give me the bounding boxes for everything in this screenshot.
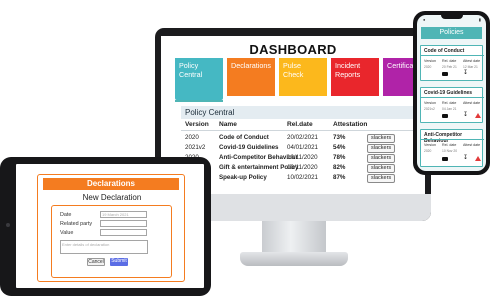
- monitor-stand-neck: [262, 221, 326, 255]
- cancel-button[interactable]: Cancel: [87, 258, 105, 266]
- module-tiles: Policy Central Declarations Pulse Check …: [175, 58, 425, 100]
- value-field[interactable]: [100, 229, 147, 236]
- tablet-screen: Declarations New Declaration Date 19 Mar…: [16, 164, 204, 288]
- warning-icon: [475, 156, 481, 161]
- cell-version: 2020: [185, 134, 199, 141]
- policy-table: Version Name Rel.date Attestation 2020 C…: [181, 121, 425, 184]
- warning-icon: [475, 113, 481, 118]
- submit-button[interactable]: Submit: [110, 258, 128, 266]
- tile-policy-central[interactable]: Policy Central: [175, 58, 223, 100]
- tile-declarations[interactable]: Declarations: [227, 58, 275, 96]
- version-value: 2020: [424, 149, 432, 153]
- dialog-subtitle: New Declaration: [82, 193, 142, 202]
- col-rel-date: Rel.date: [287, 121, 313, 128]
- dialog-header: Declarations: [43, 178, 179, 190]
- card-divider: [421, 97, 484, 98]
- phone-screen: ● ▮ Policies Code of Conduct Version 202…: [417, 15, 486, 171]
- tile-incident-reports[interactable]: Incident Reports: [331, 58, 379, 96]
- policy-card[interactable]: Covid-19 Guidelines Version 2021v2 Rel. …: [420, 87, 484, 123]
- phone-title: Policies: [421, 27, 482, 39]
- rel-date-value: 10 Nov 20: [442, 149, 458, 153]
- details-textarea[interactable]: Enter details of declaration: [60, 240, 148, 254]
- monitor-stand-base: [240, 252, 348, 266]
- cell-attestation: 78%: [333, 154, 346, 161]
- rel-date-label: Rel. date: [442, 59, 457, 63]
- col-attestation: Attestation: [333, 121, 368, 128]
- card-title: Covid-19 Guidelines: [424, 90, 473, 96]
- cell-attestation: 73%: [333, 134, 346, 141]
- date-field[interactable]: 19 March 2021: [100, 211, 147, 218]
- download-icon[interactable]: ↧: [463, 112, 469, 118]
- cell-date: 20/02/2021: [287, 134, 318, 141]
- cell-attestation: 87%: [333, 174, 346, 181]
- table-row: 2020 Anti-Competitor Behaviour 10/11/202…: [181, 154, 425, 164]
- devices-scene: DASHBOARD Policy Central Declarations Pu…: [0, 0, 500, 301]
- phone: ● ▮ Policies Code of Conduct Version 202…: [413, 11, 490, 175]
- section-title: Policy Central: [181, 106, 425, 119]
- col-name: Name: [219, 121, 237, 128]
- battery-icon: ▮: [478, 17, 481, 22]
- version-label: Version: [424, 59, 436, 63]
- video-icon[interactable]: [442, 157, 448, 161]
- value-label: Value: [60, 230, 74, 236]
- version-label: Version: [424, 143, 436, 147]
- header-divider: [181, 130, 425, 131]
- dashboard-title: DASHBOARD: [249, 42, 337, 57]
- tablet-camera: [6, 223, 10, 227]
- date-label: Date: [60, 212, 72, 218]
- declaration-dialog: Declarations New Declaration Date 19 Mar…: [37, 174, 185, 282]
- rel-date-value: 04 Jan 21: [442, 107, 457, 111]
- active-tile-underline: [175, 100, 223, 102]
- phone-notch: [441, 15, 463, 19]
- related-party-label: Related party: [60, 221, 93, 227]
- tablet: Declarations New Declaration Date 19 Mar…: [0, 157, 211, 296]
- cell-date: 10/11/2020: [287, 164, 318, 171]
- slackers-button[interactable]: slackers: [367, 174, 396, 183]
- cell-date: 10/11/2020: [287, 154, 318, 161]
- rel-date-value: 20 Feb 21: [442, 65, 457, 69]
- cell-name: Covid-19 Guidelines: [219, 144, 279, 151]
- rel-date-label: Rel. date: [442, 143, 457, 147]
- cell-version: 2021v2: [185, 144, 206, 151]
- cell-date: 10/02/2021: [287, 174, 318, 181]
- rel-date-label: Rel. date: [442, 101, 457, 105]
- attest-date-value: 12 Mar 21: [463, 65, 478, 69]
- attest-date-label: Attest date: [463, 59, 481, 63]
- slackers-button[interactable]: slackers: [367, 164, 396, 173]
- video-icon[interactable]: [442, 114, 448, 118]
- slackers-button[interactable]: slackers: [367, 154, 396, 163]
- version-label: Version: [424, 101, 436, 105]
- download-icon[interactable]: ↧: [463, 155, 469, 161]
- table-row: 2020 Gift & entertainment Policy 10/11/2…: [181, 164, 425, 174]
- cell-attestation: 82%: [333, 164, 346, 171]
- table-row: 2021v2 Covid-19 Guidelines 04/01/2021 54…: [181, 144, 425, 154]
- version-value: 2020: [424, 65, 432, 69]
- card-divider: [421, 139, 484, 140]
- download-icon[interactable]: ↧: [463, 70, 469, 76]
- policy-card[interactable]: Anti-Competitor Behaviour Version 2020 R…: [420, 129, 484, 167]
- table-header-row: Version Name Rel.date Attestation: [181, 121, 425, 131]
- cell-attestation: 54%: [333, 144, 346, 151]
- card-title: Code of Conduct: [424, 48, 465, 54]
- video-icon[interactable]: [442, 72, 448, 76]
- related-party-field[interactable]: [100, 220, 147, 227]
- slackers-button[interactable]: slackers: [367, 134, 396, 143]
- cell-name: Code of Conduct: [219, 134, 269, 141]
- cell-name: Speak-up Policy: [219, 174, 267, 181]
- tile-pulse-check[interactable]: Pulse Check: [279, 58, 327, 96]
- policy-card[interactable]: Code of Conduct Version 2020 Rel. date 2…: [420, 45, 484, 81]
- version-value: 2021v2: [424, 107, 435, 111]
- table-row: 2020 Code of Conduct 20/02/2021 73% slac…: [181, 134, 425, 144]
- status-time: ●: [423, 17, 426, 22]
- declaration-form: Date 19 March 2021 Related party Value E…: [51, 205, 172, 278]
- col-version: Version: [185, 121, 209, 128]
- table-row: 2020 Speak-up Policy 10/02/2021 87% slac…: [181, 174, 425, 184]
- attest-date-label: Attest date: [463, 143, 481, 147]
- card-divider: [421, 55, 484, 56]
- slackers-button[interactable]: slackers: [367, 144, 396, 153]
- attest-date-label: Attest date: [463, 101, 481, 105]
- cell-date: 04/01/2021: [287, 144, 318, 151]
